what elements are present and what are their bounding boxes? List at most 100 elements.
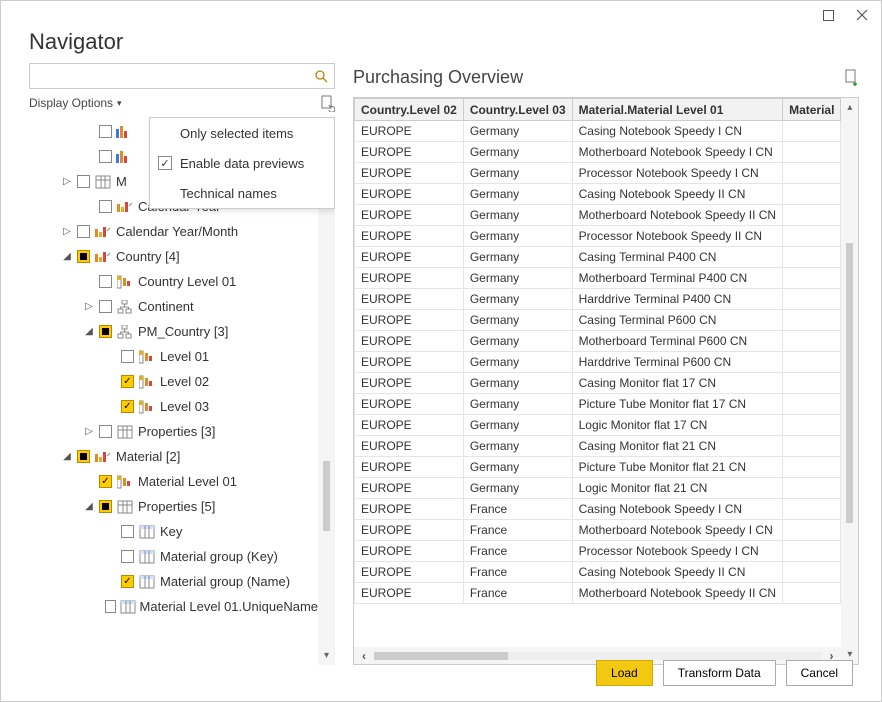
table-row[interactable]: EUROPEGermanyProcessor Notebook Speedy I… <box>355 226 841 247</box>
table-row[interactable]: EUROPEFranceCasing Notebook Speedy I CN <box>355 499 841 520</box>
table-row[interactable]: EUROPEFranceProcessor Notebook Speedy I … <box>355 541 841 562</box>
search-box[interactable] <box>29 63 335 89</box>
tree-checkbox[interactable]: ✓ <box>99 475 112 488</box>
tree-row[interactable]: ✓Level 03 <box>29 394 318 419</box>
display-options-menu[interactable]: Only selected items ✓ Enable data previe… <box>149 117 335 209</box>
tree-checkbox[interactable] <box>99 500 112 513</box>
table-cell: EUROPE <box>355 394 464 415</box>
maximize-button[interactable] <box>821 8 835 22</box>
table-row[interactable]: EUROPEGermanyPicture Tube Monitor flat 2… <box>355 457 841 478</box>
level-icon <box>138 398 156 416</box>
scroll-up-arrow[interactable]: ▴ <box>847 98 852 117</box>
tree-row[interactable]: ▷Properties [3] <box>29 419 318 444</box>
close-button[interactable] <box>855 8 869 22</box>
table-row[interactable]: EUROPEGermanyCasing Terminal P600 CN <box>355 310 841 331</box>
tree-row[interactable]: ✓Material Level 01 <box>29 469 318 494</box>
table-row[interactable]: EUROPEGermanyProcessor Notebook Speedy I… <box>355 163 841 184</box>
tree-checkbox[interactable] <box>99 125 112 138</box>
scroll-thumb[interactable] <box>323 461 330 531</box>
menu-only-selected[interactable]: Only selected items <box>150 118 334 148</box>
tree-checkbox[interactable]: ✓ <box>121 400 134 413</box>
table-row[interactable]: EUROPEGermanyCasing Monitor flat 21 CN <box>355 436 841 457</box>
tree-checkbox[interactable]: ✓ <box>121 575 134 588</box>
table-row[interactable]: EUROPEGermanyMotherboard Terminal P600 C… <box>355 331 841 352</box>
column-header[interactable]: Material <box>783 99 841 121</box>
table-row[interactable]: EUROPEGermanyCasing Notebook Speedy I CN <box>355 121 841 142</box>
tree-checkbox[interactable]: ✓ <box>121 375 134 388</box>
tree-row[interactable]: ▷Continent <box>29 294 318 319</box>
column-header[interactable]: Material.Material Level 01 <box>572 99 782 121</box>
display-options-dropdown[interactable]: Display Options ▾ <box>29 96 122 110</box>
tree-row[interactable]: ◢PM_Country [3] <box>29 319 318 344</box>
tree-checkbox[interactable] <box>77 225 90 238</box>
tree-checkbox[interactable] <box>99 325 112 338</box>
table-row[interactable]: EUROPEGermanyLogic Monitor flat 21 CN <box>355 478 841 499</box>
table-row[interactable]: EUROPEFranceMotherboard Notebook Speedy … <box>355 583 841 604</box>
tree-row[interactable]: ✓Level 02 <box>29 369 318 394</box>
load-button[interactable]: Load <box>596 660 653 686</box>
refresh-button[interactable] <box>320 95 335 112</box>
table-row[interactable]: EUROPEGermanyHarddrive Terminal P600 CN <box>355 352 841 373</box>
tree-row[interactable]: Key <box>29 519 318 544</box>
tree-row[interactable]: Country Level 01 <box>29 269 318 294</box>
table-row[interactable]: EUROPEGermanyHarddrive Terminal P400 CN <box>355 289 841 310</box>
column-icon <box>138 523 156 541</box>
table-row[interactable]: EUROPEGermanyCasing Notebook Speedy II C… <box>355 184 841 205</box>
tree-checkbox[interactable] <box>99 425 112 438</box>
tree-row[interactable]: ◢Material [2] <box>29 444 318 469</box>
expander-closed-icon[interactable]: ▷ <box>61 226 73 237</box>
tree-checkbox[interactable] <box>121 350 134 363</box>
tree-row[interactable]: Level 01 <box>29 344 318 369</box>
cancel-button[interactable]: Cancel <box>786 660 853 686</box>
tree-checkbox[interactable] <box>99 275 112 288</box>
add-column-button[interactable] <box>844 69 859 86</box>
table-cell: EUROPE <box>355 583 464 604</box>
transform-button[interactable]: Transform Data <box>663 660 776 686</box>
tree-checkbox[interactable] <box>99 150 112 163</box>
tree-row[interactable]: ✓Material group (Name) <box>29 569 318 594</box>
scroll-thumb[interactable] <box>846 243 853 523</box>
level-icon <box>116 273 134 291</box>
tree-row[interactable]: ◢Country [4] <box>29 244 318 269</box>
expander-closed-icon[interactable]: ▷ <box>83 426 95 437</box>
grid-scrollbar[interactable]: ▴ ▾ <box>841 98 858 664</box>
tree-checkbox[interactable] <box>77 250 90 263</box>
menu-technical-names[interactable]: Technical names <box>150 178 334 208</box>
preview-grid[interactable]: Country.Level 02Country.Level 03Material… <box>354 98 841 664</box>
level-icon <box>138 373 156 391</box>
expander-closed-icon[interactable]: ▷ <box>83 301 95 312</box>
table-row[interactable]: EUROPEGermanyPicture Tube Monitor flat 1… <box>355 394 841 415</box>
tree-checkbox[interactable] <box>99 300 112 313</box>
table-row[interactable]: EUROPEGermanyCasing Terminal P400 CN <box>355 247 841 268</box>
tree-checkbox[interactable] <box>121 550 134 563</box>
table-cell <box>783 415 841 436</box>
table-cell: Motherboard Notebook Speedy II CN <box>572 583 782 604</box>
table-row[interactable]: EUROPEGermanyMotherboard Terminal P400 C… <box>355 268 841 289</box>
column-header[interactable]: Country.Level 02 <box>355 99 464 121</box>
search-input[interactable] <box>30 64 308 88</box>
table-row[interactable]: EUROPEGermanyLogic Monitor flat 17 CN <box>355 415 841 436</box>
expander-open-icon[interactable]: ◢ <box>83 326 95 337</box>
tree-row[interactable]: ◢Properties [5] <box>29 494 318 519</box>
search-icon[interactable] <box>308 69 334 83</box>
menu-enable-previews[interactable]: ✓ Enable data previews <box>150 148 334 178</box>
table-row[interactable]: EUROPEGermanyMotherboard Notebook Speedy… <box>355 205 841 226</box>
right-pane: Purchasing Overview Country.Level 02Coun… <box>353 63 859 665</box>
table-row[interactable]: EUROPEFranceMotherboard Notebook Speedy … <box>355 520 841 541</box>
expander-open-icon[interactable]: ◢ <box>83 501 95 512</box>
tree-row[interactable]: Material Level 01.UniqueName <box>29 594 318 619</box>
tree-row[interactable]: ▷Calendar Year/Month <box>29 219 318 244</box>
tree-checkbox[interactable] <box>77 175 90 188</box>
tree-row[interactable]: Material group (Key) <box>29 544 318 569</box>
table-row[interactable]: EUROPEGermanyCasing Monitor flat 17 CN <box>355 373 841 394</box>
column-header[interactable]: Country.Level 03 <box>463 99 572 121</box>
tree-checkbox[interactable] <box>121 525 134 538</box>
expander-closed-icon[interactable]: ▷ <box>61 176 73 187</box>
tree-checkbox[interactable] <box>99 200 112 213</box>
tree-checkbox[interactable] <box>77 450 90 463</box>
expander-open-icon[interactable]: ◢ <box>61 451 73 462</box>
tree-checkbox[interactable] <box>105 600 116 613</box>
table-row[interactable]: EUROPEGermanyMotherboard Notebook Speedy… <box>355 142 841 163</box>
expander-open-icon[interactable]: ◢ <box>61 251 73 262</box>
table-row[interactable]: EUROPEFranceCasing Notebook Speedy II CN <box>355 562 841 583</box>
